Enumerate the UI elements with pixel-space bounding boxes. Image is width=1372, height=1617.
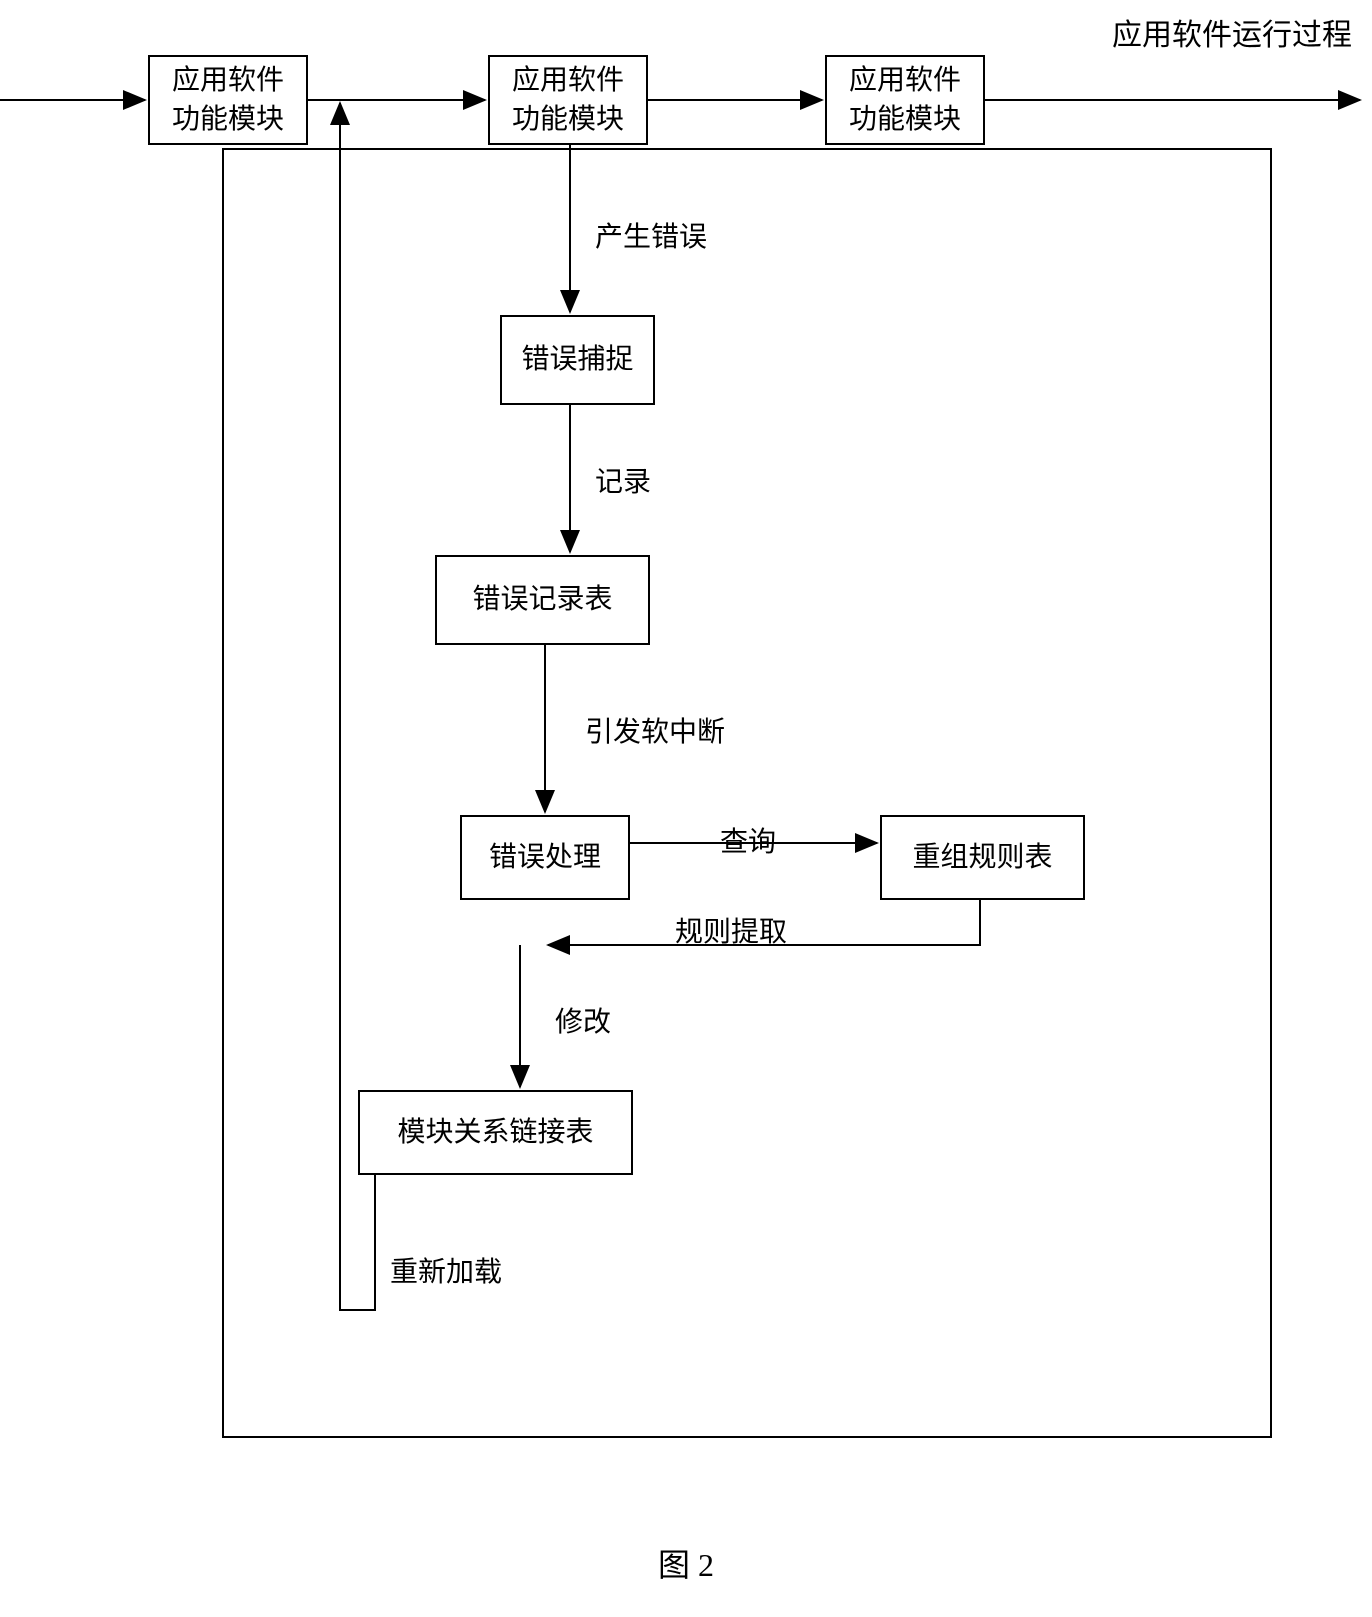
module-1-box: 应用软件 功能模块 <box>148 55 308 145</box>
reorg-rule-text: 重组规则表 <box>912 838 1052 877</box>
figure-caption: 图 2 <box>0 1540 1372 1586</box>
title-label: 应用软件运行过程 <box>1112 10 1352 54</box>
module-2-text: 应用软件 功能模块 <box>512 61 624 139</box>
module-link-text: 模块关系链接表 <box>397 1113 593 1152</box>
modify-label: 修改 <box>555 1000 611 1040</box>
error-handle-text: 错误处理 <box>489 838 601 877</box>
reorg-rule-box: 重组规则表 <box>880 815 1085 900</box>
error-capture-box: 错误捕捉 <box>500 315 655 405</box>
module-link-box: 模块关系链接表 <box>358 1090 633 1175</box>
error-handle-box: 错误处理 <box>460 815 630 900</box>
record-label: 记录 <box>595 460 651 500</box>
error-record-text: 错误记录表 <box>472 580 612 619</box>
module-1-text: 应用软件 功能模块 <box>172 61 284 139</box>
module-3-box: 应用软件 功能模块 <box>825 55 985 145</box>
reload-label: 重新加载 <box>390 1250 502 1290</box>
query-label: 查询 <box>720 820 776 860</box>
error-capture-text: 错误捕捉 <box>521 340 633 379</box>
error-record-box: 错误记录表 <box>435 555 650 645</box>
big-frame <box>222 148 1272 1438</box>
rule-extract-label: 规则提取 <box>675 910 787 950</box>
module-2-box: 应用软件 功能模块 <box>488 55 648 145</box>
module-3-text: 应用软件 功能模块 <box>849 61 961 139</box>
generate-error-label: 产生错误 <box>595 215 707 255</box>
trigger-interrupt-label: 引发软中断 <box>585 710 725 750</box>
